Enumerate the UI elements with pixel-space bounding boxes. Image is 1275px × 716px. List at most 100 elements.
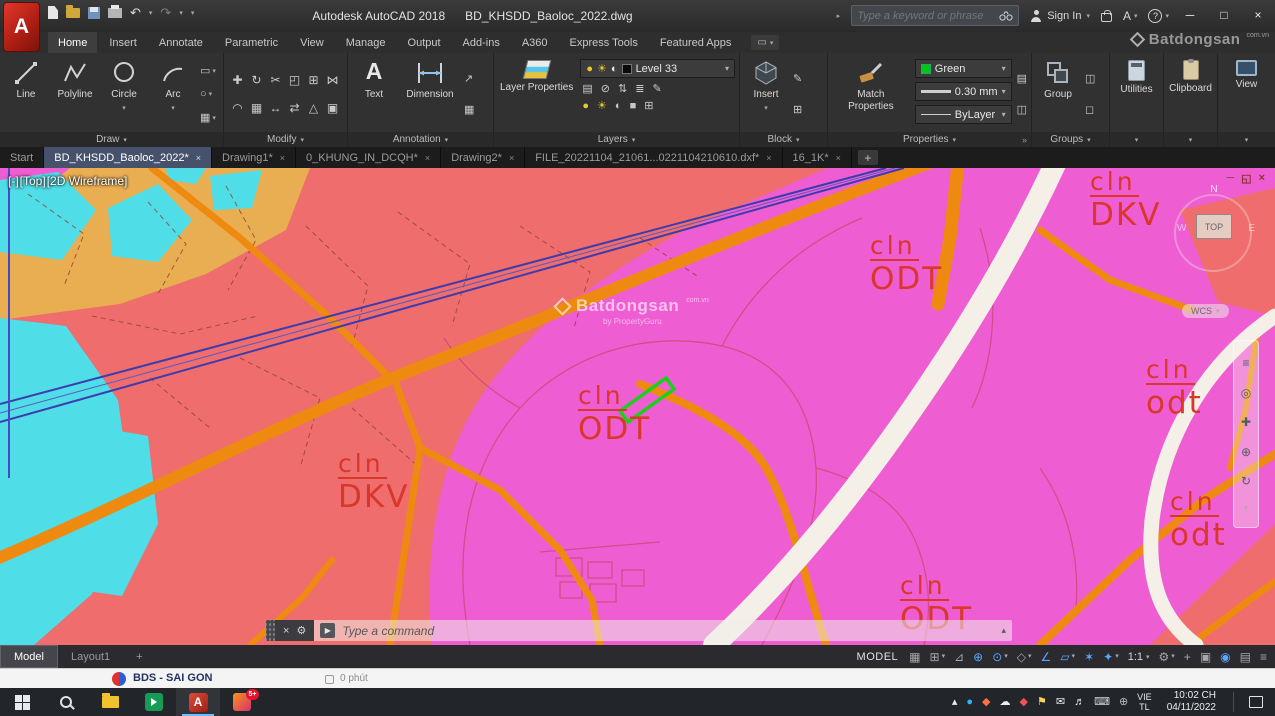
dimension-button[interactable]: Dimension [401, 56, 459, 132]
close-button[interactable]: × [1241, 0, 1275, 30]
ellipse-tool-icon[interactable]: ○▾ [200, 85, 216, 103]
tab-close-icon[interactable]: × [836, 153, 841, 163]
layer-isolate-icon[interactable]: ⊘ [601, 82, 610, 95]
search-collapse-icon[interactable]: ▸ [837, 12, 841, 20]
command-close-icon[interactable]: × [283, 625, 289, 637]
layer-thaw-icon[interactable]: ☀ [597, 62, 607, 75]
line-button[interactable]: Line [4, 56, 48, 132]
tab-close-icon[interactable]: × [509, 153, 514, 163]
hidden-icons-chevron[interactable]: ▴ [952, 697, 958, 708]
panel-footer-groups[interactable]: Groups▾ [1032, 132, 1109, 147]
new-drawing-tab-button[interactable]: + [858, 150, 878, 165]
polyline-button[interactable]: Polyline [53, 56, 97, 132]
tab-view[interactable]: View [290, 32, 334, 53]
save-icon[interactable] [88, 7, 100, 19]
clock[interactable]: 10:02 CH 04/11/2022 [1167, 690, 1216, 715]
group-button[interactable]: Group [1036, 56, 1080, 132]
stretch-icon[interactable]: ↔ [270, 101, 282, 115]
tab-close-icon[interactable]: × [196, 153, 201, 163]
model-tab[interactable]: Model [0, 645, 58, 668]
language-indicator[interactable]: VIE TL [1137, 692, 1152, 713]
layer-match-icon[interactable]: ≣ [635, 82, 644, 95]
tab-insert[interactable]: Insert [99, 32, 147, 53]
edit-block-icon[interactable]: ✎ [793, 69, 802, 87]
background-window-strip[interactable]: BDS - SAI GON 0 phút [0, 668, 1275, 688]
file-tab-khung-in[interactable]: 0_KHUNG_IN_DCQH*× [296, 147, 441, 168]
volume-icon[interactable]: ♬ [1074, 697, 1085, 708]
rectangle-tool-icon[interactable]: ▭▾ [200, 62, 216, 80]
badged-app-button[interactable]: 5+ [220, 688, 264, 716]
panel-footer-clipboard[interactable]: ▾ [1164, 132, 1217, 147]
scale-icon[interactable]: △ [309, 101, 318, 115]
application-menu-button[interactable]: A [3, 2, 40, 52]
move-icon[interactable]: ✚ [232, 73, 242, 87]
file-tab-drawing2[interactable]: Drawing2*× [441, 147, 525, 168]
clean-screen-icon[interactable]: ▤ [1240, 651, 1251, 663]
sign-in-button[interactable]: Sign In ▾ [1030, 10, 1090, 22]
polar-tracking-icon[interactable]: ⊙▾ [992, 651, 1008, 663]
navbar-menu-icon[interactable]: ≡ [1242, 356, 1249, 370]
clipboard-button[interactable]: Clipboard [1168, 56, 1213, 132]
tab-home[interactable]: Home [48, 32, 97, 53]
plot-icon[interactable] [108, 8, 122, 18]
file-tab-drawing1[interactable]: Drawing1*× [212, 147, 296, 168]
viewcube-top-face[interactable]: TOP [1196, 214, 1232, 239]
layer-freeze-icon[interactable]: ⇅ [618, 82, 627, 95]
panel-footer-view[interactable]: ▾ [1218, 132, 1275, 147]
undo-icon[interactable]: ↶ [130, 6, 141, 19]
circle-button[interactable]: Circle ▾ [102, 56, 146, 132]
object-snap-icon[interactable]: ▱▾ [1060, 651, 1075, 663]
view-button[interactable]: View [1225, 56, 1269, 132]
arc-button[interactable]: Arc ▾ [151, 56, 195, 132]
action-center-icon[interactable] [1249, 696, 1263, 708]
view-cube[interactable]: N TOP W E [1168, 184, 1260, 292]
mirror-icon[interactable]: ⋈ [327, 73, 339, 87]
autodesk-exchange-button[interactable]: A ▾ [1123, 9, 1138, 23]
layer-properties-button[interactable]: Layer Properties [498, 56, 575, 132]
navigation-bar[interactable]: ≡ ◎ ✚ ⊕ ↻ ▾ [1233, 340, 1259, 528]
erase-icon[interactable]: ◰ [289, 73, 300, 87]
minimize-button[interactable]: ─ [1173, 0, 1207, 30]
ribbon-display-button[interactable]: ▭ ▾ [751, 35, 779, 50]
circle-dropdown-icon[interactable]: ▾ [122, 104, 126, 112]
redo-dropdown-icon[interactable]: ▾ [179, 9, 183, 17]
panel-footer-draw[interactable]: Draw▾ [0, 132, 223, 147]
annotation-monitor-icon[interactable]: + [1184, 651, 1191, 663]
copy-icon[interactable]: ⊞ [308, 73, 318, 87]
linetype-combo[interactable]: ByLayer ▾ [915, 105, 1012, 124]
help-search-box[interactable] [851, 5, 1019, 26]
properties-palette-icon[interactable]: ◫ [1017, 101, 1027, 119]
app-store-icon[interactable] [1101, 13, 1112, 22]
annotation-scale-button[interactable]: 1:1▾ [1128, 651, 1150, 663]
wcs-selector[interactable]: WCS ▾ [1182, 304, 1229, 318]
rotate-icon[interactable]: ↻ [251, 73, 261, 87]
dynamic-input-icon[interactable]: ⊕ [973, 651, 983, 663]
table-tool-icon[interactable]: ▦ [464, 101, 474, 119]
viewport-view-control[interactable]: [Top] [20, 174, 46, 188]
annotation-autoscale-icon[interactable]: ✦▾ [1103, 651, 1119, 663]
file-tab-start[interactable]: Start [0, 147, 44, 168]
hatch-tool-icon[interactable]: ▦▾ [200, 109, 216, 127]
osnap-tracking-icon[interactable]: ∠ [1041, 651, 1052, 663]
command-line-window[interactable]: × ⚙ ▶ Type a command ▴ [266, 620, 1012, 641]
file-tab-dxf[interactable]: FILE_20221104_21061...0221104210610.dxf*… [525, 147, 782, 168]
tab-a360[interactable]: A360 [512, 32, 558, 53]
panel-footer-layers[interactable]: Layers▾ [494, 132, 739, 147]
fillet-icon[interactable]: ◠ [232, 101, 242, 115]
layout1-tab[interactable]: Layout1 [58, 645, 123, 668]
viewcube-west[interactable]: W [1177, 223, 1186, 234]
viewport-menu-control[interactable]: [-] [8, 174, 19, 188]
autocad-taskbar-button[interactable]: A [176, 688, 220, 716]
file-explorer-button[interactable] [88, 688, 132, 716]
layer-walk-icon[interactable]: ● [582, 100, 589, 112]
array-icon[interactable]: ▦ [251, 101, 262, 115]
taskbar-search-button[interactable] [44, 688, 88, 716]
panel-footer-utilities[interactable]: ▾ [1110, 132, 1163, 147]
orbit-icon[interactable]: ↻ [1241, 474, 1251, 488]
tab-close-icon[interactable]: × [425, 153, 430, 163]
workspace-switching-icon[interactable]: ⚙▾ [1159, 651, 1175, 663]
navbar-dropdown-icon[interactable]: ▾ [1244, 504, 1248, 512]
layer-combo[interactable]: ● ☀ ◐ Level 33 ▾ [580, 59, 735, 78]
isolate-objects-icon[interactable]: ▣ [1200, 651, 1211, 663]
layer-combo-dropdown-icon[interactable]: ▾ [725, 64, 729, 73]
